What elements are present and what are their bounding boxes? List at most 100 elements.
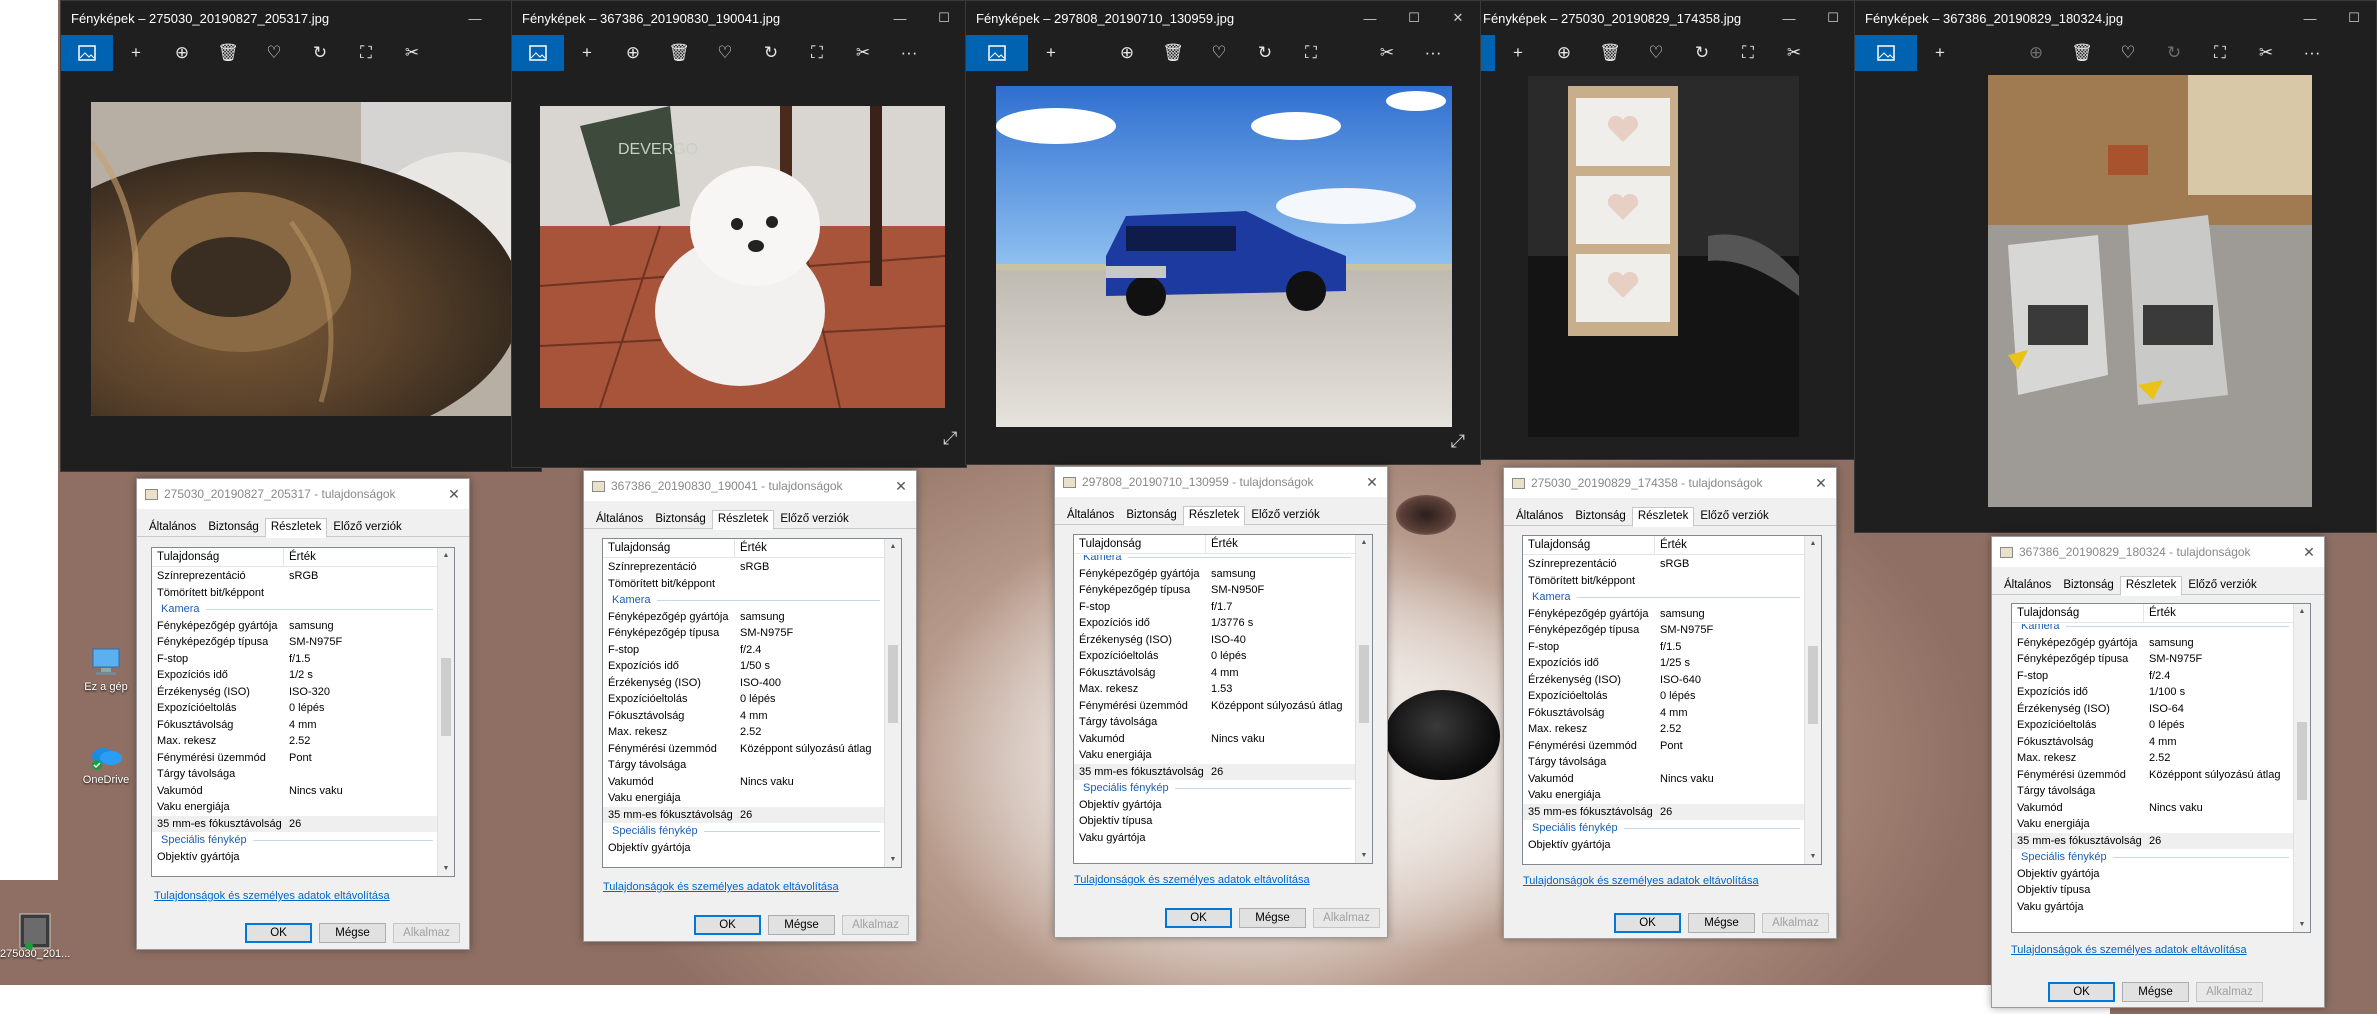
desktop-icon-this-pc[interactable]: Ez a gép (71, 645, 141, 694)
properties-list[interactable]: Tulajdonság Érték Kamera Fényképezőgép gy… (1073, 534, 1373, 864)
remove-properties-link[interactable]: Tulajdonságok és személyes adatok eltávo… (603, 881, 839, 893)
tab-previous-versions[interactable]: Előző verziók (1245, 506, 1325, 525)
vertical-scrollbar[interactable]: ▲ ▼ (437, 548, 454, 876)
delete-icon[interactable]: 🗑 (205, 43, 251, 63)
property-row[interactable]: 35 mm-es fókusztávolság 26 (2012, 832, 2293, 849)
rotate-icon[interactable]: ↻ (748, 43, 794, 63)
minimize-button[interactable]: — (1767, 11, 1811, 26)
property-row[interactable]: Fénymérési üzemmód Pont (152, 750, 437, 767)
property-row[interactable]: Tárgy távolsága (152, 766, 437, 783)
properties-dialog-5[interactable]: 367386_20190829_180324 - tulajdonságok ✕… (1991, 536, 2325, 1008)
property-row[interactable]: Tárgy távolsága (1074, 714, 1355, 731)
close-button[interactable]: ✕ (1806, 475, 1836, 492)
crop-icon[interactable]: ⛶ (794, 43, 840, 63)
close-button[interactable]: ✕ (1357, 474, 1387, 491)
section-header[interactable]: Kamera (1074, 555, 1355, 566)
ok-button[interactable]: OK (1165, 908, 1232, 928)
tab-details[interactable]: Részletek (1182, 506, 1246, 526)
column-header-value[interactable]: Érték (2144, 604, 2176, 622)
edit-icon[interactable]: ✂ (840, 43, 886, 63)
column-header-property[interactable]: Tulajdonság (152, 548, 284, 566)
more-icon[interactable]: ··· (886, 43, 932, 63)
add-icon[interactable]: + (113, 43, 159, 63)
property-row[interactable]: Expozíciós idő 1/25 s (1523, 655, 1804, 672)
property-row[interactable]: Objektív gyártója (152, 849, 437, 866)
property-row[interactable]: Vaku energiája (1523, 787, 1804, 804)
tab-security[interactable]: Biztonság (2057, 576, 2120, 595)
close-button[interactable]: ✕ (2294, 544, 2324, 561)
favorite-icon[interactable]: ♡ (1633, 43, 1679, 63)
column-header-value[interactable]: Érték (1655, 536, 1687, 554)
tab-details[interactable]: Részletek (711, 510, 775, 530)
property-row[interactable]: Objektív típusa (1074, 813, 1355, 830)
property-row[interactable]: Fókusztávolság 4 mm (1074, 665, 1355, 682)
remove-properties-link[interactable]: Tulajdonságok és személyes adatok eltávo… (1074, 874, 1310, 886)
property-row[interactable]: Fényképezőgép gyártója samsung (1074, 566, 1355, 583)
desktop-icon-image-file[interactable]: 275030_201... (0, 912, 70, 961)
photos-window-2[interactable]: Fényképek – 367386_20190830_190041.jpg —… (511, 0, 967, 468)
edit-icon[interactable]: ✂ (389, 43, 435, 63)
section-header[interactable]: Speciális fénykép (1523, 820, 1804, 837)
column-header-value[interactable]: Érték (735, 539, 767, 557)
tab-previous-versions[interactable]: Előző verziók (1694, 507, 1774, 526)
scroll-up-arrow-icon[interactable]: ▲ (885, 539, 901, 554)
ok-button[interactable]: OK (2048, 982, 2115, 1002)
section-header[interactable]: Speciális fénykép (152, 832, 437, 849)
scroll-down-arrow-icon[interactable]: ▼ (2294, 917, 2310, 932)
property-row[interactable]: Objektív gyártója (1523, 837, 1804, 854)
scroll-thumb[interactable] (441, 658, 451, 736)
property-row[interactable]: Vakumód Nincs vaku (152, 783, 437, 800)
apply-button[interactable]: Alkalmaz (1762, 913, 1829, 933)
tab-general[interactable]: Általános (1998, 576, 2057, 595)
title-bar[interactable]: Fényképek – 367386_20190830_190041.jpg —… (512, 1, 966, 35)
property-row[interactable]: Érzékenység (ISO) ISO-64 (2012, 701, 2293, 718)
property-row[interactable]: Színreprezentáció sRGB (603, 559, 884, 576)
property-row[interactable]: Expozícióeltolás 0 lépés (2012, 717, 2293, 734)
scroll-up-arrow-icon[interactable]: ▲ (438, 548, 454, 563)
remove-properties-link[interactable]: Tulajdonságok és személyes adatok eltávo… (154, 890, 390, 902)
delete-icon[interactable]: 🗑 (1587, 43, 1633, 63)
properties-dialog-2[interactable]: 367386_20190830_190041 - tulajdonságok ✕… (583, 470, 917, 942)
photos-window-1[interactable]: Fényképek – 275030_20190827_205317.jpg —… (60, 0, 542, 472)
ok-button[interactable]: OK (245, 923, 312, 943)
property-row[interactable]: Tárgy távolsága (2012, 783, 2293, 800)
crop-icon[interactable]: ⛶ (1288, 43, 1334, 63)
property-row[interactable]: Vakumód Nincs vaku (1074, 731, 1355, 748)
favorite-icon[interactable]: ♡ (251, 43, 297, 63)
tab-details[interactable]: Részletek (264, 518, 328, 538)
column-header-property[interactable]: Tulajdonság (1074, 535, 1206, 553)
vertical-scrollbar[interactable]: ▲ ▼ (1804, 536, 1821, 864)
scroll-thumb[interactable] (1808, 646, 1818, 724)
delete-icon[interactable]: 🗑 (2059, 43, 2105, 63)
tab-security[interactable]: Biztonság (649, 510, 712, 529)
property-row[interactable]: 35 mm-es fókusztávolság 26 (1523, 803, 1804, 820)
apply-button[interactable]: Alkalmaz (842, 915, 909, 935)
properties-dialog-1[interactable]: 275030_20190827_205317 - tulajdonságok ✕… (136, 478, 470, 950)
delete-icon[interactable]: 🗑 (1150, 43, 1196, 63)
rotate-icon[interactable]: ↻ (297, 43, 343, 63)
scroll-up-arrow-icon[interactable]: ▲ (2294, 604, 2310, 619)
expand-icon[interactable]: ⤢ (943, 428, 957, 449)
section-header[interactable]: Speciális fénykép (603, 823, 884, 840)
properties-list[interactable]: Tulajdonság Érték Színreprezentáció sRGB T… (602, 538, 902, 868)
cancel-button[interactable]: Mégse (1239, 908, 1306, 928)
property-row[interactable]: F-stop f/1.5 (152, 651, 437, 668)
minimize-button[interactable]: — (2288, 11, 2332, 26)
vertical-scrollbar[interactable]: ▲ ▼ (884, 539, 901, 867)
desktop-icon-onedrive[interactable]: OneDrive (71, 738, 141, 787)
property-row[interactable]: Fénymérési üzemmód Középpont súlyozású át… (2012, 767, 2293, 784)
section-header[interactable]: Kamera (2012, 624, 2293, 635)
column-header-value[interactable]: Érték (1206, 535, 1238, 553)
dialog-title-bar[interactable]: 367386_20190830_190041 - tulajdonságok ✕ (584, 471, 916, 501)
properties-dialog-4[interactable]: 275030_20190829_174358 - tulajdonságok ✕… (1503, 467, 1837, 939)
property-row[interactable]: Vaku gyártója (1074, 830, 1355, 847)
column-header-property[interactable]: Tulajdonság (603, 539, 735, 557)
property-row[interactable]: Expozíciós idő 1/2 s (152, 667, 437, 684)
tab-general[interactable]: Általános (143, 518, 202, 537)
edit-icon[interactable]: ✂ (2243, 43, 2289, 63)
scroll-down-arrow-icon[interactable]: ▼ (1356, 848, 1372, 863)
cancel-button[interactable]: Mégse (1688, 913, 1755, 933)
property-row[interactable]: Expozícióeltolás 0 lépés (152, 700, 437, 717)
property-row[interactable]: Vaku energiája (603, 790, 884, 807)
property-row[interactable]: Érzékenység (ISO) ISO-320 (152, 684, 437, 701)
